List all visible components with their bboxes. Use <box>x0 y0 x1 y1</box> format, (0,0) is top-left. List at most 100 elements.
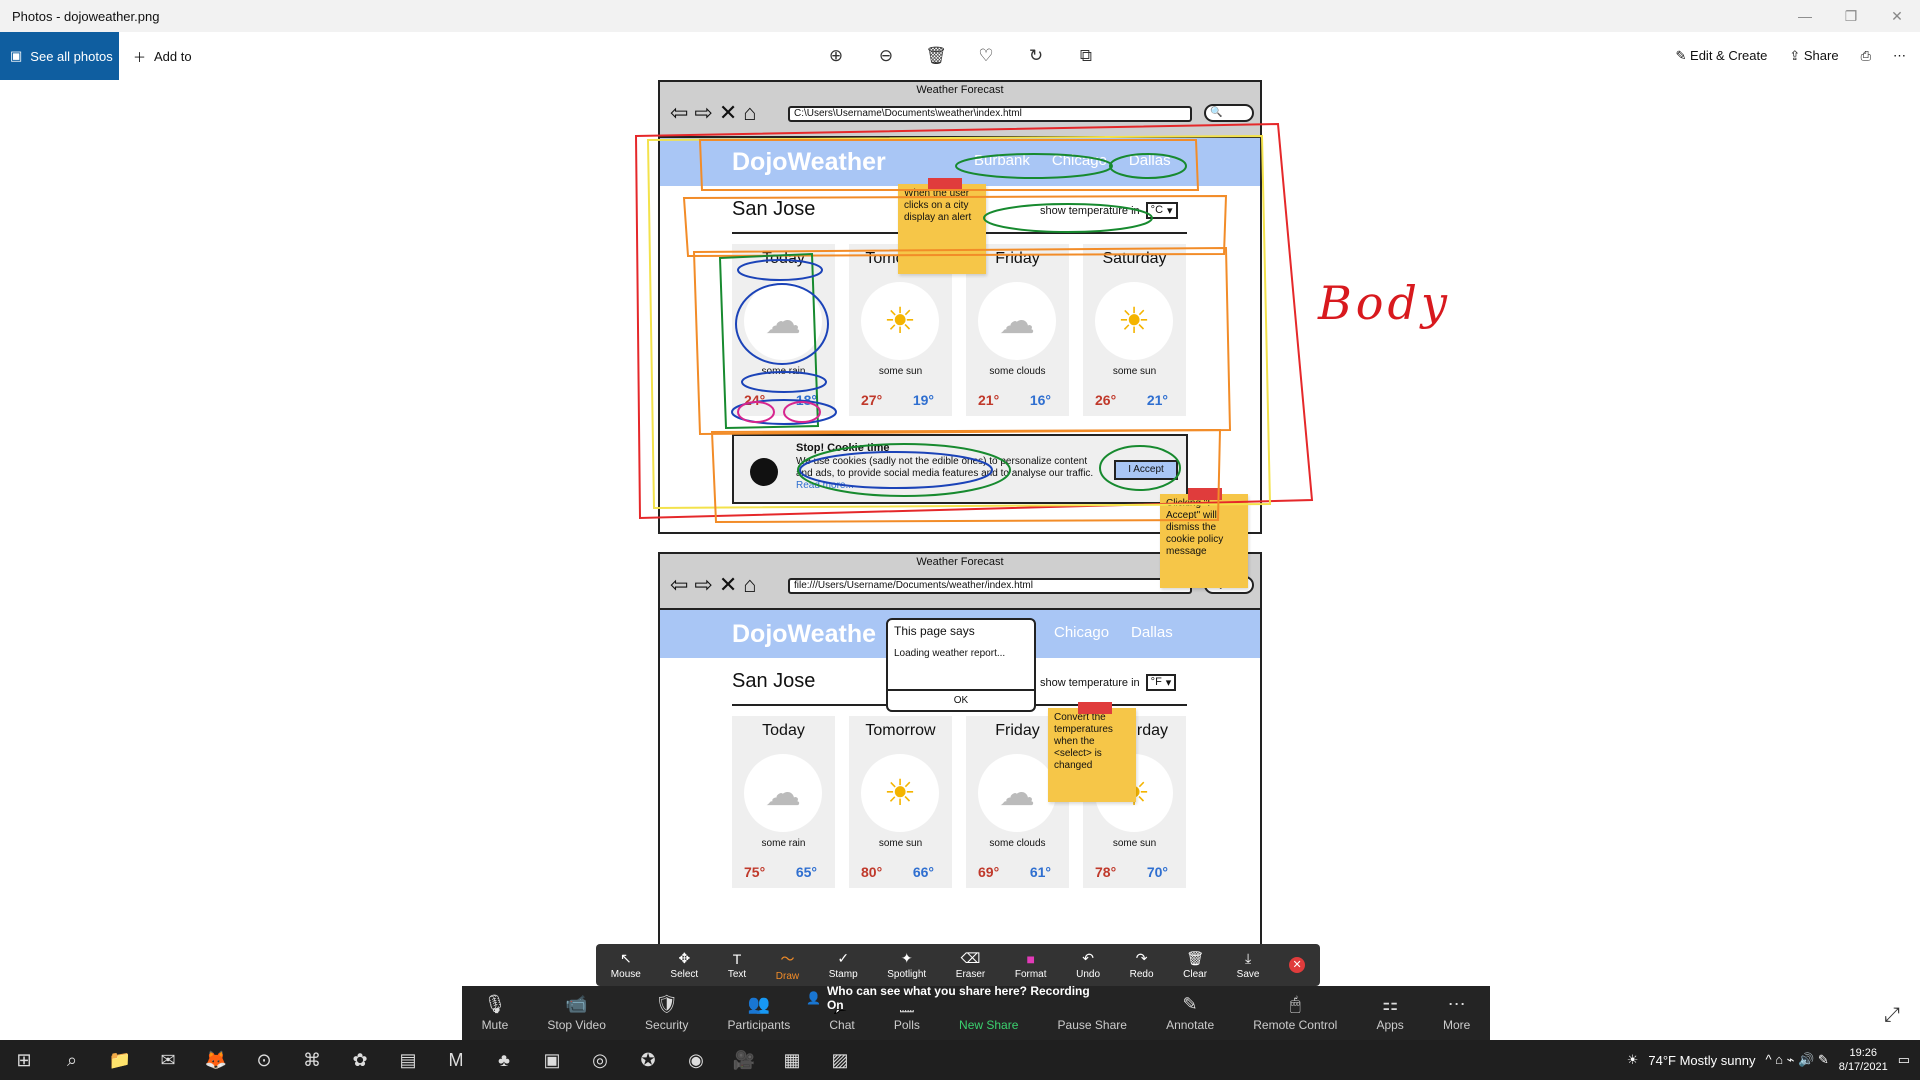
share-label: Share <box>1803 48 1839 63</box>
more-button[interactable]: ⋯ More <box>1443 994 1470 1032</box>
annotate-mouse-button[interactable]: ↖ Mouse <box>611 950 641 980</box>
card-desc: some clouds <box>989 838 1046 849</box>
security-button[interactable]: 🛡 Security <box>645 994 688 1032</box>
participants-button[interactable]: 👥 Participants <box>728 994 791 1032</box>
mail-icon[interactable]: ✉ <box>144 1040 192 1080</box>
close-annotate-icon[interactable]: ✕ <box>1289 957 1306 973</box>
minimize-button[interactable]: — <box>1782 0 1828 32</box>
share-button[interactable]: ⇪ Share <box>1789 48 1838 64</box>
window-title: Photos - dojoweather.png <box>12 8 160 24</box>
zoom-label: New Share <box>959 1018 1019 1032</box>
zoom-out-icon[interactable]: ⊖ <box>874 46 898 66</box>
annotate-draw-button[interactable]: 〜 Draw <box>776 949 799 982</box>
vscode-icon[interactable]: ⌘ <box>288 1040 336 1080</box>
close-window-button[interactable]: ✕ <box>1874 0 1920 32</box>
app-icon[interactable]: ▤ <box>384 1040 432 1080</box>
notification-icon[interactable]: ▭ <box>1898 1052 1910 1068</box>
accept-button: I Accept <box>1114 460 1178 480</box>
text-icon: T <box>732 950 742 967</box>
crop-icon[interactable]: ⧉ <box>1074 46 1098 66</box>
slack-icon[interactable]: ✪ <box>624 1040 672 1080</box>
stop-video-button[interactable]: 📹 Stop Video <box>547 994 606 1032</box>
card-high: 27° <box>861 392 883 408</box>
calculator-icon[interactable]: ▦ <box>768 1040 816 1080</box>
annotate-eraser-button[interactable]: ⌫ Eraser <box>956 950 985 980</box>
print-icon[interactable]: ⎙ <box>1861 48 1871 64</box>
wireframe-top: Weather Forecast ⇦⇨✕⌂ C:\Users\Username\… <box>658 80 1262 534</box>
delete-icon[interactable]: 🗑 <box>924 46 948 66</box>
browser-url: C:\Users\Username\Documents\weather\inde… <box>788 106 1192 122</box>
favorite-icon[interactable]: ♡ <box>974 46 998 66</box>
spotlight-icon: ✦ <box>900 950 913 966</box>
annotate-label: Text <box>727 968 747 980</box>
annotate-undo-button[interactable]: ↶ Undo <box>1076 950 1100 980</box>
annotate-format-button[interactable]: ■ Format <box>1015 951 1047 980</box>
photos-icon[interactable]: ▨ <box>816 1040 864 1080</box>
weather-icon: ☀ <box>1626 1052 1639 1067</box>
file-explorer-icon[interactable]: 📁 <box>96 1040 144 1080</box>
clock[interactable]: 19:26 8/17/2021 <box>1839 1046 1888 1074</box>
card-desc: some sun <box>878 838 923 849</box>
search-icon[interactable]: ⌕ <box>48 1040 96 1080</box>
card-high: 80° <box>861 864 883 880</box>
firefox-icon[interactable]: 🦊 <box>192 1040 240 1080</box>
app-icon[interactable]: ✿ <box>336 1040 384 1080</box>
sun-icon: ☀ <box>861 282 939 360</box>
annotate-toolbar: ↖ Mouse ✥ Select T Text 〜 Draw ✓ Stamp ✦ Spotl… <box>596 944 1320 986</box>
tray-icons[interactable]: ^ ⌂ ⌁ 🔊 ✎ <box>1765 1052 1828 1068</box>
clock-date: 8/17/2021 <box>1838 1061 1888 1073</box>
site-logo: DojoWeathe <box>732 620 876 648</box>
restore-button[interactable]: ❐ <box>1828 0 1874 32</box>
zoom-icon[interactable]: 🎥 <box>720 1040 768 1080</box>
more-icon[interactable]: ⋯ <box>1893 48 1906 64</box>
see-all-photos-button[interactable]: ▣ See all photos <box>0 32 119 80</box>
expand-icon[interactable]: ⤢ <box>1884 1004 1900 1027</box>
weather-widget[interactable]: 74°F Mostly sunny <box>1648 1053 1755 1068</box>
annotate-redo-button[interactable]: ↷ Redo <box>1130 950 1154 980</box>
card-day: Saturday <box>1102 250 1167 267</box>
app-icon[interactable]: ▣ <box>528 1040 576 1080</box>
apps-button[interactable]: ⚏ Apps <box>1376 994 1403 1032</box>
zoom-in-icon[interactable]: ⊕ <box>824 46 848 66</box>
app-icon[interactable]: ◎ <box>576 1040 624 1080</box>
zoom-label: Security <box>645 1018 689 1032</box>
annotate-spotlight-button[interactable]: ✦ Spotlight <box>887 950 926 980</box>
sticky-note-accept: Clicking "I Accept" will dismiss the coo… <box>1160 488 1248 588</box>
city-nav: Burbank Chicago Dallas <box>974 152 1171 169</box>
discord-icon[interactable]: ◉ <box>672 1040 720 1080</box>
chevron-down-icon: ▾ <box>1167 205 1173 217</box>
annotate-text-button[interactable]: T Text <box>728 951 746 980</box>
cookie-message: We use cookies (sadly not the edible one… <box>796 456 1096 492</box>
app-icon[interactable]: M <box>432 1040 480 1080</box>
chrome-icon[interactable]: ⊙ <box>240 1040 288 1080</box>
mute-button[interactable]: 🎙 Mute <box>482 994 509 1032</box>
add-to-button[interactable]: ＋ Add to <box>133 47 192 66</box>
remote-control-button[interactable]: 🖱 Remote Control <box>1253 994 1337 1032</box>
city-title: San Jose <box>732 198 816 220</box>
card-high: 69° <box>978 864 1000 880</box>
unit-select: °C ▾ <box>1145 202 1178 219</box>
city-nav: Chicago Dallas <box>1054 624 1173 641</box>
start-icon[interactable]: ⊞ <box>0 1040 48 1080</box>
card-high: 26° <box>1095 392 1117 408</box>
search-icon: 🔍 <box>1204 104 1254 122</box>
show-temp-label: show temperature in <box>1040 676 1140 689</box>
format-icon: ■ <box>1026 950 1035 967</box>
browser-nav-icons: ⇦⇨✕⌂ <box>670 100 763 125</box>
sun-icon: ☀ <box>861 754 939 832</box>
cookie-text: We use cookies (sadly not the edible one… <box>796 456 1094 479</box>
app-icon[interactable]: ♣ <box>480 1040 528 1080</box>
annotate-select-button[interactable]: ✥ Select <box>670 950 698 980</box>
zoom-label: Apps <box>1376 1018 1404 1032</box>
annotate-save-button[interactable]: ⤓ Save <box>1237 950 1260 980</box>
rotate-icon[interactable]: ↻ <box>1024 46 1048 66</box>
edit-create-button[interactable]: ✎ Edit & Create <box>1676 48 1768 64</box>
alert-ok-button: OK <box>888 689 1034 706</box>
annotate-button[interactable]: ✎ Annotate <box>1166 994 1214 1032</box>
zoom-label: More <box>1442 1018 1471 1032</box>
annotate-clear-button[interactable]: 🗑 Clear <box>1183 950 1207 980</box>
sun-icon: ☀ <box>1095 282 1173 360</box>
annotate-stamp-button[interactable]: ✓ Stamp <box>829 950 858 980</box>
card-high: 21° <box>978 392 1000 408</box>
cookie-banner: Stop! Cookie time We use cookies (sadly … <box>732 434 1188 504</box>
